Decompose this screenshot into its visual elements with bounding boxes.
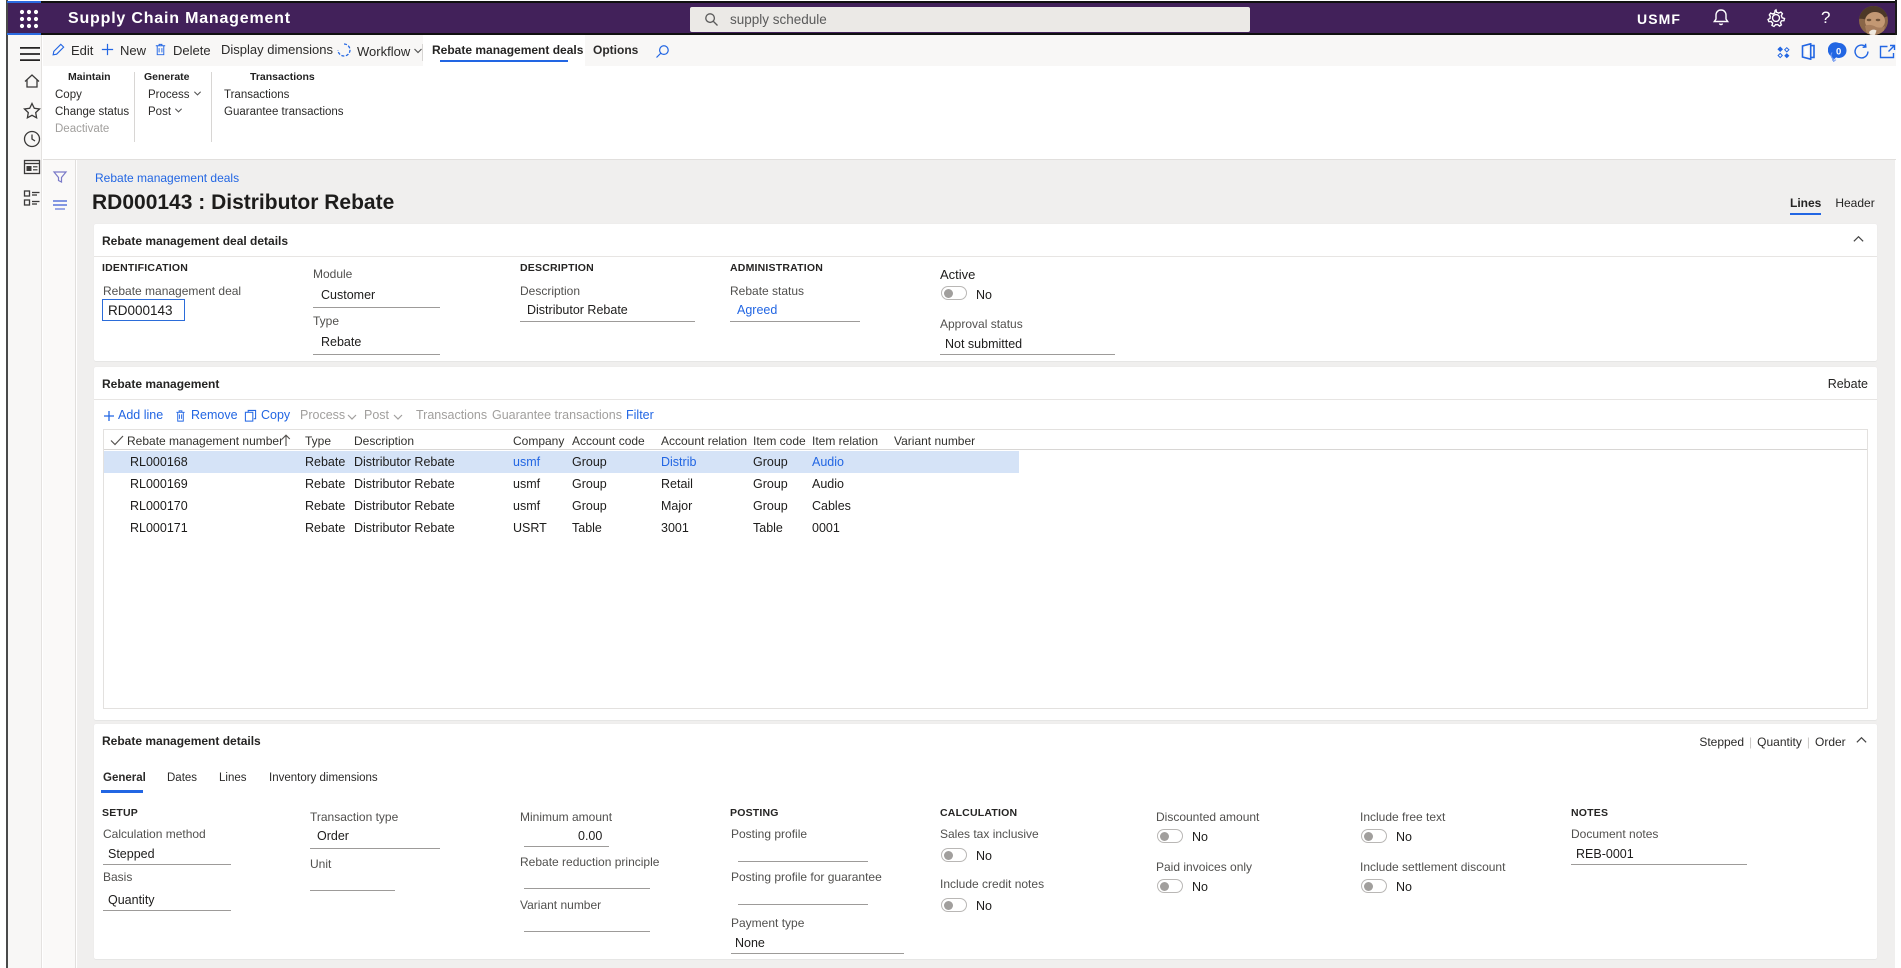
svg-text:0: 0 — [1836, 47, 1841, 58]
